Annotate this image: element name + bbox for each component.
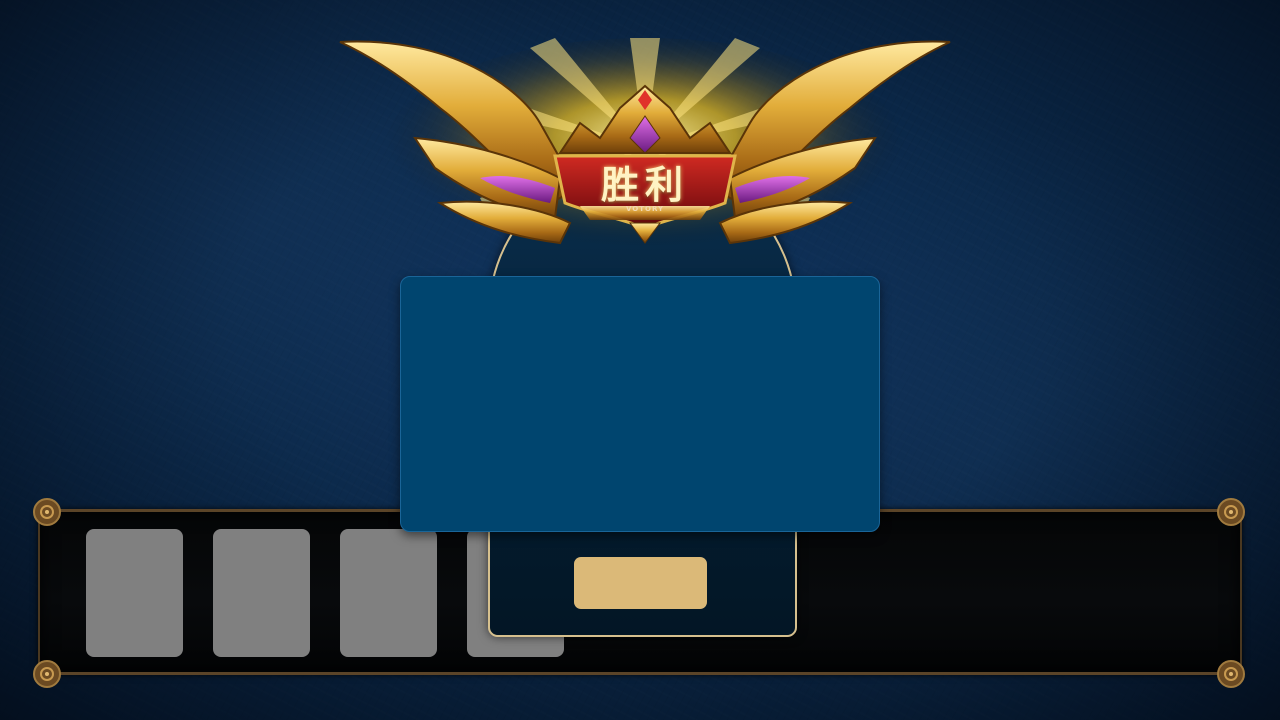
confirm-button[interactable] [574, 557, 707, 609]
tray-corner-ornament-icon [33, 498, 61, 526]
victory-screen: 胜利 VOTORY [0, 0, 1280, 720]
victory-title: 胜利 [600, 162, 689, 207]
tray-corner-ornament-icon [1217, 660, 1245, 688]
result-info-panel [400, 276, 880, 532]
card-slot-3[interactable] [340, 529, 437, 657]
victory-subtitle: VOTORY [625, 205, 665, 213]
card-slot-1[interactable] [86, 529, 183, 657]
tray-corner-ornament-icon [33, 660, 61, 688]
card-slot-2[interactable] [213, 529, 310, 657]
tray-corner-ornament-icon [1217, 498, 1245, 526]
